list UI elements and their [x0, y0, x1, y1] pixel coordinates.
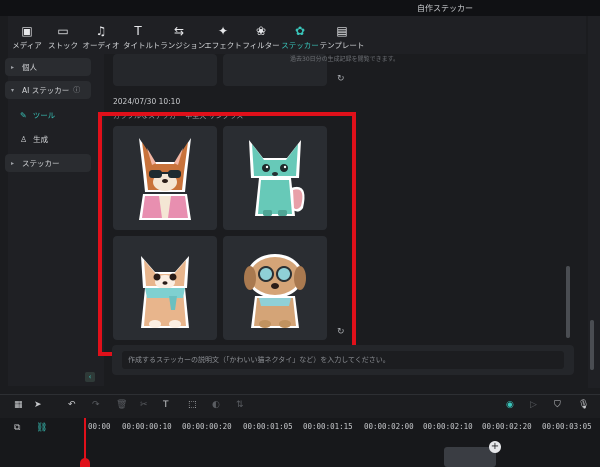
time-tick: 00:00:02:10 [423, 422, 473, 431]
redo-icon[interactable]: ↷ [92, 400, 100, 410]
title-icon: T [134, 24, 142, 38]
playhead-handle[interactable] [80, 458, 90, 467]
sidebar-item-label: 生成 [33, 135, 49, 144]
right-panel-scrollbar[interactable] [590, 320, 594, 370]
layout-icon[interactable]: ▦ [14, 400, 23, 410]
undo-icon[interactable]: ↶ [68, 400, 76, 410]
tab-media-label: メディア [12, 41, 42, 50]
color-icon[interactable]: ◐ [212, 400, 220, 410]
sidebar-item-generate[interactable]: ♙ 生成 [20, 134, 48, 145]
prompt-input-bar: 作成するステッカーの説明文（「かわいい猫ネクタイ」など）を入力してください。 [112, 345, 574, 375]
transition-icon: ⇆ [173, 24, 185, 38]
sidebar-item-ai-sticker[interactable]: ▾ AI ステッカー ⓘ [5, 81, 91, 99]
template-icon: ▤ [336, 24, 348, 38]
tab-title[interactable]: T タイトル [122, 16, 154, 54]
sidebar-item-label: ツール [32, 111, 56, 120]
media-icon: ▣ [21, 24, 33, 38]
generate-icon: ♙ [20, 135, 28, 144]
time-tick: 00:00:00:20 [182, 422, 232, 431]
sidebar-item-sticker[interactable]: ▸ ステッカー [5, 154, 91, 172]
regenerate-icon[interactable]: ↻ [337, 74, 345, 84]
microphone-icon[interactable]: 🎙 [578, 400, 589, 410]
sidebar [8, 54, 104, 386]
highlight-box [98, 112, 356, 356]
tab-sticker-label: ステッカー [281, 41, 319, 50]
time-tick: 00:00:01:15 [303, 422, 353, 431]
tab-template-label: テンプレート [319, 41, 365, 50]
time-tick: 00:00:00:10 [122, 422, 172, 431]
tab-title-label: タイトル [123, 41, 153, 50]
time-tick: 00:00 [88, 422, 111, 431]
track-icon[interactable]: ⧉ [14, 423, 20, 433]
text-tool-icon[interactable]: T [163, 400, 169, 410]
shield-icon[interactable]: ⛉ [554, 400, 561, 410]
tab-audio-label: オーディオ [82, 41, 120, 50]
main-scrollbar[interactable] [566, 266, 570, 338]
generation-date: 2024/07/30 10:10 [113, 97, 181, 106]
tab-effect-label: エフェクト [204, 41, 242, 50]
add-clip-icon[interactable]: + [489, 441, 501, 453]
filter-icon: ❀ [255, 24, 267, 38]
time-tick: 00:00:01:05 [243, 422, 293, 431]
time-tick: 00:00:02:00 [364, 422, 414, 431]
select-tool-icon[interactable]: ➤ [34, 400, 42, 410]
collapse-sidebar-button[interactable]: ‹ [85, 372, 95, 382]
sidebar-item-tools[interactable]: ✎ ツール [20, 110, 55, 121]
tab-transition[interactable]: ⇆ トランジション [152, 16, 206, 54]
history-note: 過去30日分の生成記録を閲覧できます。 [290, 56, 400, 63]
prompt-input[interactable]: 作成するステッカーの説明文（「かわいい猫ネクタイ」など）を入力してください。 [122, 351, 564, 369]
tab-effect[interactable]: ✦ エフェクト [204, 16, 242, 54]
sidebar-item-label: 個人 [22, 62, 38, 72]
tab-audio[interactable]: ♫ オーディオ [80, 16, 122, 54]
time-tick: 00:00:03:05 [542, 422, 592, 431]
tab-media[interactable]: ▣ メディア [8, 16, 46, 54]
time-tick: 00:00:02:20 [482, 422, 532, 431]
audio-icon: ♫ [95, 24, 107, 38]
timeline-clip[interactable] [444, 447, 496, 467]
title-bar: 自作ステッカー [0, 0, 600, 16]
chevron-right-icon: ▸ [11, 159, 15, 167]
chevron-down-icon: ▾ [11, 86, 15, 94]
window-title: 自作ステッカー [417, 4, 473, 13]
crop-icon[interactable]: ⬚ [188, 400, 197, 410]
ai-assist-icon[interactable]: ◉ [506, 400, 514, 410]
tab-transition-label: トランジション [152, 41, 206, 50]
tab-filter-label: フィルター [242, 41, 280, 50]
stock-icon: ▭ [57, 24, 69, 38]
sidebar-item-label: ステッカー [22, 158, 60, 168]
sticker-icon: ✿ [294, 24, 306, 38]
wrench-icon: ✎ [20, 111, 27, 120]
tab-filter[interactable]: ❀ フィルター [242, 16, 280, 54]
chevron-right-icon: ▸ [11, 63, 15, 71]
cut-icon[interactable]: ✂ [140, 400, 148, 410]
delete-icon[interactable]: 🗑 [116, 400, 127, 410]
sidebar-item-personal[interactable]: ▸ 個人 [5, 58, 91, 76]
link-icon[interactable]: ⛓ [36, 423, 47, 433]
tab-sticker[interactable]: ✿ ステッカー [280, 16, 320, 54]
play-icon[interactable]: ▷ [530, 400, 537, 410]
effect-icon: ✦ [217, 24, 229, 38]
help-icon[interactable]: ⓘ [73, 85, 80, 95]
top-toolbar: ▣ メディア ▭ ストック ♫ オーディオ T タイトル ⇆ トランジション ✦… [8, 16, 586, 54]
sidebar-item-label: AI ステッカー [22, 85, 70, 95]
adjust-icon[interactable]: ⇅ [236, 400, 244, 410]
tab-stock[interactable]: ▭ ストック [46, 16, 80, 54]
tab-stock-label: ストック [48, 41, 78, 50]
tab-template[interactable]: ▤ テンプレート [319, 16, 365, 54]
previous-sticker-thumb[interactable] [113, 54, 217, 86]
